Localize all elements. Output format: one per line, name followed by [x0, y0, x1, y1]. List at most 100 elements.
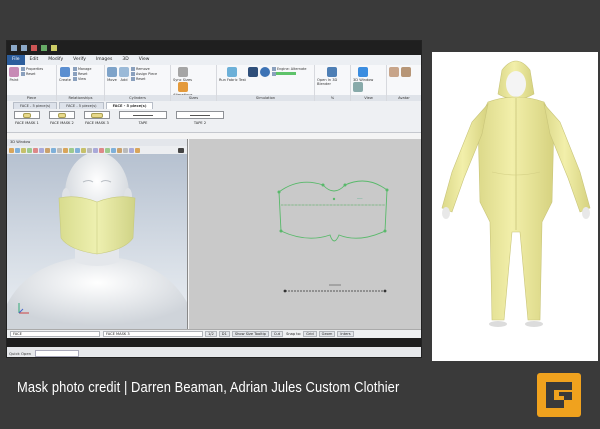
- menu-modify[interactable]: Modify: [43, 55, 68, 65]
- tool-icon[interactable]: [51, 147, 56, 153]
- mesh-icon: [353, 82, 363, 92]
- tool-icon[interactable]: [135, 147, 140, 153]
- pause-button[interactable]: [247, 67, 258, 82]
- 3d-window-toolbar: [7, 146, 187, 154]
- assign-piece-button[interactable]: Assign Piece: [131, 72, 157, 76]
- sync-sizes-button[interactable]: Sync Sizes: [173, 67, 192, 82]
- tool-icon[interactable]: [9, 147, 14, 153]
- tool-icon[interactable]: [129, 147, 134, 153]
- manage-button[interactable]: Manage: [73, 67, 91, 71]
- tool-icon[interactable]: [99, 147, 104, 153]
- undo-icon[interactable]: [31, 45, 37, 51]
- 3d-viewport[interactable]: [7, 152, 187, 329]
- tool-icon[interactable]: [105, 147, 110, 153]
- tool-icon[interactable]: [111, 147, 116, 153]
- reset-simulation-button[interactable]: [259, 67, 270, 82]
- add-button[interactable]: Add: [119, 67, 129, 82]
- simulation-options: Engine: Alternate: [271, 67, 307, 82]
- 3d-window-panel: 3D Window: [7, 139, 188, 329]
- reset-cylinder-button[interactable]: Reset: [131, 77, 157, 81]
- units-select[interactable]: D1: [218, 331, 230, 337]
- show-size-tooltip-button[interactable]: Show Size Tooltip: [231, 331, 269, 337]
- coverall-render-panel: [432, 52, 598, 361]
- tool-icon[interactable]: [39, 147, 44, 153]
- snap-grid-button[interactable]: Grid: [303, 331, 317, 337]
- paint-button[interactable]: Paint: [9, 67, 19, 82]
- tool-icon[interactable]: [69, 147, 74, 153]
- save-icon[interactable]: [51, 45, 57, 51]
- run-fabric-test-button[interactable]: Run Fabric Test: [219, 67, 246, 82]
- svg-text:───: ───: [356, 197, 363, 201]
- tool-icon[interactable]: [123, 147, 128, 153]
- quick-open-input[interactable]: [35, 349, 80, 357]
- tool-icon[interactable]: [93, 147, 98, 153]
- avatar-with-mask-render: [7, 152, 187, 329]
- menu-3d[interactable]: 3D: [117, 55, 133, 65]
- create-relationship-button[interactable]: Create: [59, 67, 71, 82]
- tool-icon[interactable]: [21, 147, 26, 153]
- piece-thumbnail: [176, 111, 224, 119]
- piece-item[interactable]: TAPE 2: [175, 111, 225, 125]
- snap-geom-button[interactable]: Geom: [318, 331, 336, 337]
- remove-button[interactable]: Remove: [131, 67, 157, 71]
- engine-select[interactable]: Engine: Alternate: [272, 67, 307, 71]
- axis-gizmo-icon: [18, 303, 29, 314]
- tab-face-3[interactable]: FACE - 5 piece(s): [105, 102, 154, 109]
- ribbon-toolbar: Paint Properties Reset Piece Create Mana…: [7, 65, 421, 101]
- tool-icon[interactable]: [75, 147, 80, 153]
- ribbon-group-relationships: Create Manage Reset View Relationships: [57, 65, 105, 101]
- piece-item[interactable]: FACE MASK 2: [48, 111, 76, 125]
- alterations-icon: [177, 82, 188, 92]
- open-in-3d-blender-button[interactable]: Open In 3D Blender: [317, 67, 346, 86]
- piece-item[interactable]: FACE MASK 3: [83, 111, 111, 125]
- menu-edit[interactable]: Edit: [25, 55, 44, 65]
- menu-images[interactable]: Images: [91, 55, 117, 65]
- quick-open-label: Quick Open: [9, 350, 32, 356]
- menu-bar: File Edit Modify Verify Images 3D View: [7, 55, 421, 65]
- avatar-editor-button[interactable]: [401, 67, 411, 78]
- zoom-select[interactable]: 1/2: [205, 331, 217, 337]
- pattern-pieces-canvas: ───: [277, 180, 389, 293]
- blender-icon: [326, 67, 337, 77]
- body-positions-button[interactable]: [389, 67, 399, 78]
- tool-icon[interactable]: [33, 147, 38, 153]
- piece-name-field[interactable]: FACE MASK 3: [103, 331, 203, 337]
- tool-icon[interactable]: [27, 147, 32, 153]
- tool-icon[interactable]: [81, 147, 86, 153]
- cut-button[interactable]: Cut: [270, 331, 284, 337]
- piece-tabs: FACE - 5 piece(s) FACE - 5 piece(s) FACE…: [7, 101, 421, 109]
- menu-file[interactable]: File: [7, 55, 25, 65]
- menu-view[interactable]: View: [134, 55, 155, 65]
- fabric-test-icon: [227, 67, 238, 77]
- create-icon: [59, 67, 70, 77]
- tool-icon[interactable]: [45, 147, 50, 153]
- snap-inters-button[interactable]: Inters: [337, 331, 354, 337]
- coverall-3d-render: [441, 60, 591, 327]
- view-relationship-button[interactable]: View: [73, 77, 91, 81]
- command-bar: [7, 338, 421, 347]
- tab-face-2[interactable]: FACE - 5 piece(s): [59, 102, 104, 109]
- tool-icon[interactable]: [15, 147, 20, 153]
- status-bar: FACE FACE MASK 3 1/2 D1 Show Size Toolti…: [7, 329, 421, 338]
- reset-relationship-button[interactable]: Reset: [73, 72, 91, 76]
- redo-icon[interactable]: [41, 45, 47, 51]
- properties-button[interactable]: Properties: [21, 67, 43, 71]
- paint-icon: [9, 67, 19, 77]
- reset-button[interactable]: Reset: [21, 72, 43, 76]
- piece-item[interactable]: TAPE: [118, 111, 168, 125]
- create-mesh-button[interactable]: [353, 82, 363, 93]
- menu-verify[interactable]: Verify: [68, 55, 91, 65]
- 3d-window-title: 3D Window: [7, 139, 187, 146]
- 3d-window-button[interactable]: 3D Window: [353, 67, 373, 82]
- tool-icon[interactable]: [87, 147, 92, 153]
- tool-icon[interactable]: [63, 147, 68, 153]
- new-icon[interactable]: [21, 45, 27, 51]
- move-button[interactable]: Move: [107, 67, 117, 82]
- piece-group-field[interactable]: FACE: [10, 331, 100, 337]
- 2d-pattern-window[interactable]: ───: [189, 139, 421, 329]
- piece-item[interactable]: FACE MASK 1: [13, 111, 41, 125]
- tool-icon[interactable]: [117, 147, 122, 153]
- tool-icon[interactable]: [57, 147, 62, 153]
- tab-face-1[interactable]: FACE - 5 piece(s): [13, 102, 58, 109]
- menu-icon[interactable]: [178, 147, 184, 153]
